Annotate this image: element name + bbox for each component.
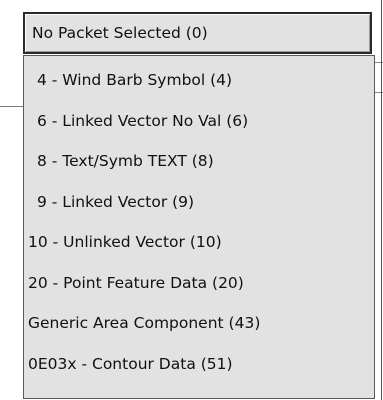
option-generic-area-component[interactable]: Generic Area Component (43): [24, 303, 374, 344]
packet-type-dropdown[interactable]: No Packet Selected (0) 4 - Wind Barb Sym…: [23, 12, 375, 399]
option-wind-barb-symbol[interactable]: 4 - Wind Barb Symbol (4): [24, 60, 374, 101]
option-contour-data[interactable]: 0E03x - Contour Data (51): [24, 344, 374, 385]
left-panel-edge-line: [0, 106, 23, 107]
option-linked-vector-no-val[interactable]: 6 - Linked Vector No Val (6): [24, 101, 374, 142]
option-linked-vector[interactable]: 9 - Linked Vector (9): [24, 182, 374, 223]
option-point-feature-data[interactable]: 20 - Point Feature Data (20): [24, 263, 374, 304]
dropdown-selected-value[interactable]: No Packet Selected (0): [23, 12, 372, 54]
right-window-border: [381, 0, 382, 400]
dropdown-options-list[interactable]: 4 - Wind Barb Symbol (4) 6 - Linked Vect…: [23, 55, 375, 399]
selected-label: No Packet Selected (0): [32, 24, 208, 42]
option-text-symb-text[interactable]: 8 - Text/Symb TEXT (8): [24, 141, 374, 182]
option-unlinked-vector[interactable]: 10 - Unlinked Vector (10): [24, 222, 374, 263]
